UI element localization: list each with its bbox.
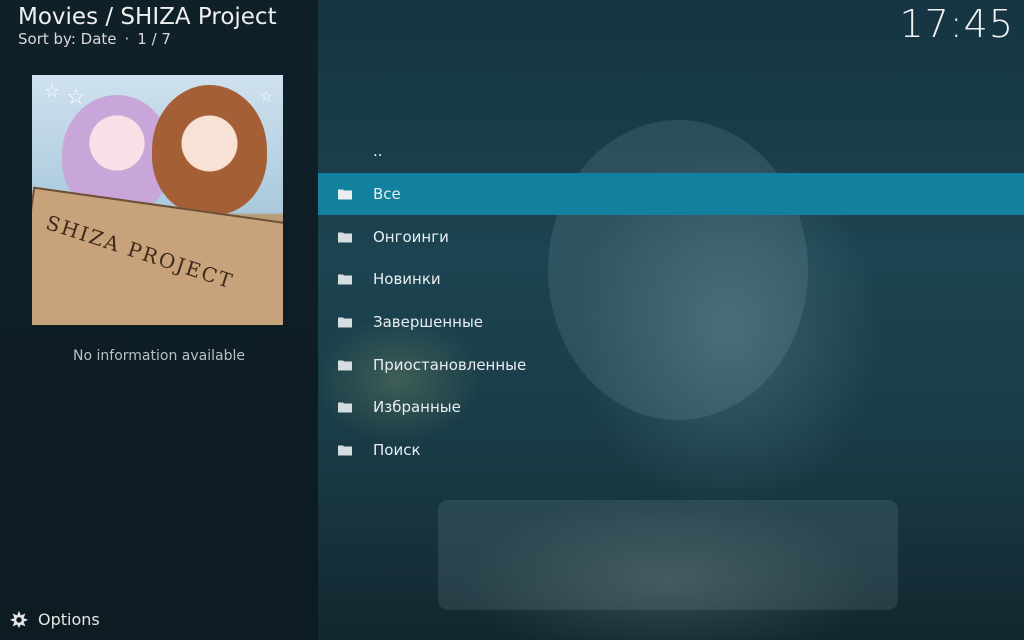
list-item-vse[interactable]: Все [318,172,1024,216]
options-gear-icon [9,610,29,629]
list-item-label: Все [373,185,401,204]
list-item-novinki[interactable]: Новинки [318,258,1024,301]
folder-icon [338,317,352,328]
list-item-ongoingi[interactable]: Онгоинги [318,215,1024,258]
info-panel: ☆ ☆ ☆ SHIZA PROJECT No information avail… [0,0,318,640]
list-item-label: Онгоинги [373,227,449,246]
star-icon: ☆ [260,89,273,105]
list-item-label: Приостановленные [373,355,527,374]
separator: · [124,30,130,48]
list-item-poisk[interactable]: Поиск [318,429,1024,472]
star-icon: ☆ [44,81,61,102]
kodi-screen: ☆ ☆ ☆ SHIZA PROJECT No information avail… [0,0,1024,640]
options-label: Options [38,609,100,629]
list-item-label: Новинки [373,270,441,289]
folder-icon [338,402,352,413]
background-book [438,500,898,610]
sort-info: Sort by: Date · 1 / 7 [18,30,171,48]
folder-icon [338,445,352,456]
list-item-label: .. [373,142,383,161]
list-item-priostanovlennye[interactable]: Приостановленные [318,343,1024,386]
folder-icon [338,360,352,371]
sort-label: Sort by: Date [18,30,117,48]
no-info-text: No information available [73,348,245,364]
page-title: Movies / SHIZA Project [18,4,277,30]
clock: 17:45 [899,2,1014,46]
folder-icon [338,189,352,200]
list-item-label: Поиск [373,441,421,460]
folder-icon [338,274,352,285]
folder-list: .. Все Онгоинги Новинки Завершенные Прио… [318,130,1024,472]
list-item-label: Завершенные [373,313,484,332]
folder-icon [338,232,352,243]
list-item-zavershennye[interactable]: Завершенные [318,301,1024,344]
list-item-izbrannye[interactable]: Избранные [318,386,1024,429]
list-item-label: Избранные [373,398,461,417]
item-position: 1 / 7 [137,30,171,48]
character-brown-hair [152,85,267,215]
list-item-parent[interactable]: .. [318,130,1024,173]
poster-thumbnail: ☆ ☆ ☆ SHIZA PROJECT [32,75,283,325]
options-button[interactable]: Options [8,608,100,630]
